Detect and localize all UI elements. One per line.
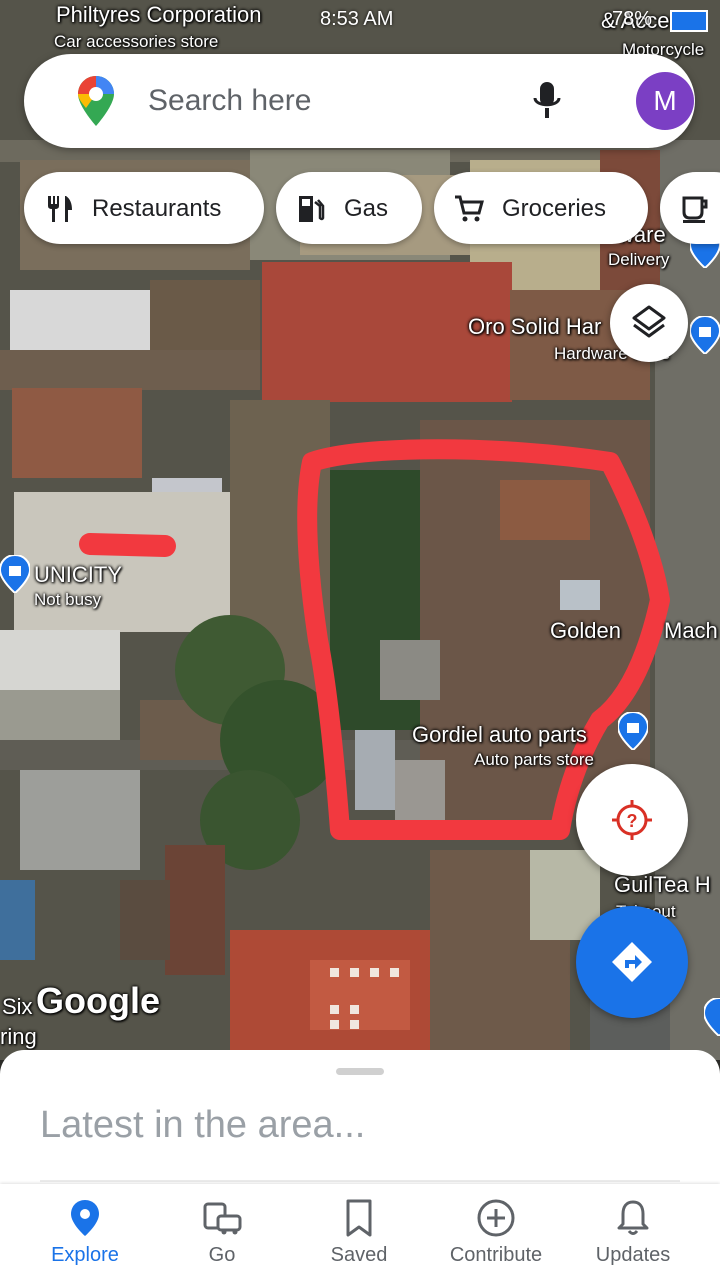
my-location-button[interactable]: ? xyxy=(576,764,688,876)
poi-label-ring: ring xyxy=(0,1024,37,1049)
account-avatar[interactable]: M xyxy=(636,72,694,130)
status-bar: 8:53 AM 78% xyxy=(0,0,720,40)
cart-icon xyxy=(455,195,484,222)
gas-pump-icon xyxy=(299,196,325,222)
explore-pin-icon xyxy=(71,1200,99,1236)
search-bar[interactable]: Search here M xyxy=(24,54,695,148)
poi-label-golden-cont: Mach xyxy=(664,618,718,643)
directions-icon xyxy=(612,942,652,982)
poi-sub-unicity: Not busy xyxy=(34,590,102,609)
annotation-scribble xyxy=(79,533,176,557)
poi-label-oro[interactable]: Oro Solid Har xyxy=(468,314,601,340)
satellite-imagery xyxy=(0,0,720,1060)
chip-groceries[interactable]: Groceries xyxy=(434,172,648,244)
satellite-map[interactable]: Philtyres Corporation Car accessories st… xyxy=(0,0,720,1060)
commute-icon xyxy=(203,1202,242,1235)
nav-label: Explore xyxy=(51,1244,119,1266)
poi-label-gordiel[interactable]: Gordiel auto parts xyxy=(412,722,587,748)
add-circle-icon xyxy=(477,1199,515,1237)
nav-explore[interactable]: Explore xyxy=(15,1184,155,1280)
search-placeholder: Search here xyxy=(148,84,312,117)
divider xyxy=(40,1180,680,1182)
shopping-bag-pin-icon[interactable] xyxy=(0,555,30,593)
poi-label-six: Six xyxy=(2,994,33,1019)
shopping-bag-pin-icon[interactable] xyxy=(704,998,720,1036)
layers-button[interactable] xyxy=(610,284,688,362)
nav-label: Go xyxy=(208,1244,236,1266)
bottom-nav: Explore Go Saved Contribute Updates xyxy=(0,1184,720,1280)
bookmark-icon xyxy=(346,1199,372,1237)
fork-knife-icon xyxy=(48,196,72,222)
chip-gas[interactable]: Gas xyxy=(276,172,422,244)
poi-sub-gordiel: Auto parts store xyxy=(474,750,595,769)
shopping-bag-pin-icon[interactable] xyxy=(618,712,648,750)
poi-sub-delivery: Delivery xyxy=(608,250,670,269)
directions-button[interactable] xyxy=(576,906,688,1018)
nav-label: Saved xyxy=(330,1244,388,1266)
status-time: 8:53 AM xyxy=(320,8,394,30)
nav-go[interactable]: Go xyxy=(152,1184,292,1280)
sheet-title: Latest in the area... xyxy=(40,1104,366,1146)
nav-label: Updates xyxy=(595,1244,671,1266)
svg-text:?: ? xyxy=(627,811,638,831)
bell-icon xyxy=(617,1200,649,1235)
nav-updates[interactable]: Updates xyxy=(563,1184,703,1280)
battery-icon xyxy=(670,10,708,32)
coffee-icon xyxy=(682,196,708,223)
shopping-bag-pin-icon[interactable] xyxy=(690,316,720,354)
nav-contribute[interactable]: Contribute xyxy=(426,1184,566,1280)
drag-handle[interactable] xyxy=(336,1068,384,1075)
microphone-icon[interactable] xyxy=(532,80,562,122)
layers-icon xyxy=(632,305,666,338)
chip-label: Gas xyxy=(344,195,389,222)
location-unknown-icon: ? xyxy=(612,800,652,840)
nav-saved[interactable]: Saved xyxy=(289,1184,429,1280)
chip-label: Groceries xyxy=(502,195,607,222)
poi-label-golden[interactable]: Golden xyxy=(550,618,621,644)
nav-label: Contribute xyxy=(449,1244,543,1266)
chip-label: Restaurants xyxy=(92,195,222,222)
bottom-sheet[interactable]: Latest in the area... xyxy=(0,1050,720,1190)
chip-restaurants[interactable]: Restaurants xyxy=(24,172,264,244)
google-watermark: Google xyxy=(36,980,160,1021)
battery-percent: 78% xyxy=(612,8,653,30)
poi-label-unicity[interactable]: UNICITY xyxy=(34,562,122,588)
google-maps-logo-icon xyxy=(78,76,114,126)
